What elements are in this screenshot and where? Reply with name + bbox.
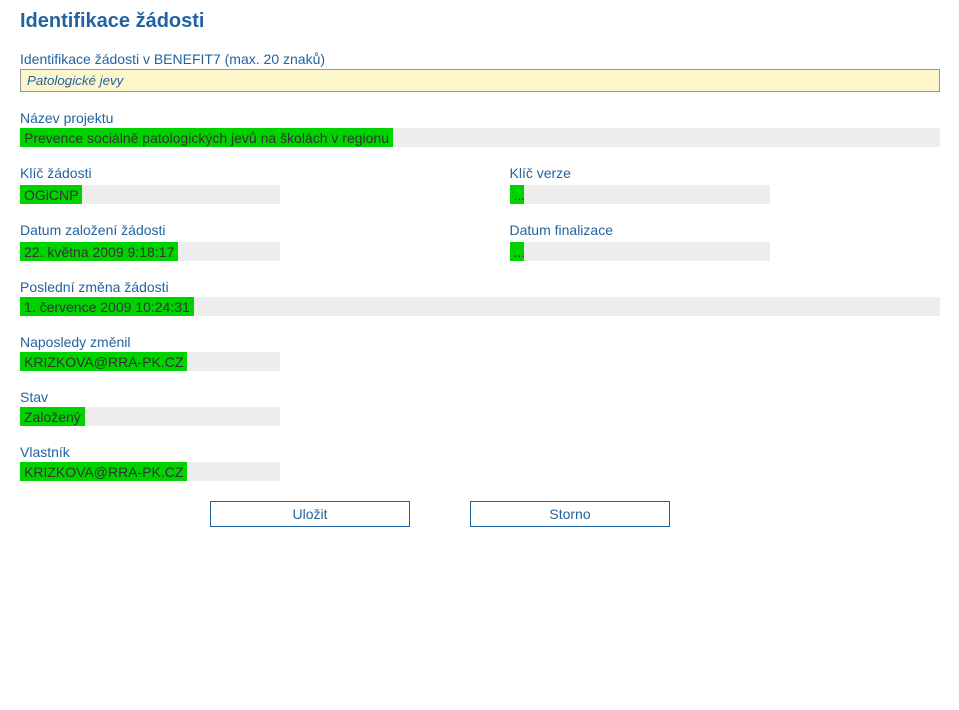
- date-final-label: Datum finalizace: [510, 222, 940, 238]
- owner-value: KRIZKOVA@RRA-PK.CZ: [20, 462, 187, 481]
- state-value: Založený: [20, 407, 85, 426]
- last-changed-by-bar: KRIZKOVA@RRA-PK.CZ: [20, 352, 280, 371]
- date-created-label: Datum založení žádosti: [20, 222, 450, 238]
- owner-label: Vlastník: [20, 444, 939, 460]
- key-app-value: OGiCNP: [20, 185, 82, 204]
- last-change-label: Poslední změna žádosti: [20, 279, 939, 295]
- date-created-value: 22. května 2009 9:18:17: [20, 242, 178, 261]
- last-changed-by-label: Naposledy změnil: [20, 334, 939, 350]
- state-bar: Založený: [20, 407, 280, 426]
- state-label: Stav: [20, 389, 939, 405]
- page-title: Identifikace žádosti: [20, 10, 939, 33]
- last-change-bar: 1. července 2009 10:24:31: [20, 297, 940, 316]
- date-created-bar: 22. května 2009 9:18:17: [20, 242, 280, 261]
- owner-bar: KRIZKOVA@RRA-PK.CZ: [20, 462, 280, 481]
- project-label: Název projektu: [20, 110, 939, 126]
- key-ver-value: ...: [510, 185, 524, 204]
- save-button[interactable]: Uložit: [210, 501, 410, 527]
- cancel-button[interactable]: Storno: [470, 501, 670, 527]
- key-ver-bar: ...: [510, 185, 770, 204]
- key-app-label: Klíč žádosti: [20, 165, 450, 181]
- project-value-bar: Prevence sociálně patologických jevů na …: [20, 128, 940, 147]
- last-change-value: 1. července 2009 10:24:31: [20, 297, 194, 316]
- key-ver-label: Klíč verze: [510, 165, 940, 181]
- project-value: Prevence sociálně patologických jevů na …: [20, 128, 393, 147]
- ident-input[interactable]: [20, 69, 940, 92]
- key-app-bar: OGiCNP: [20, 185, 280, 204]
- date-final-bar: ...: [510, 242, 770, 261]
- date-final-value: ...: [510, 242, 524, 261]
- last-changed-by-value: KRIZKOVA@RRA-PK.CZ: [20, 352, 187, 371]
- ident-label: Identifikace žádosti v BENEFIT7 (max. 20…: [20, 51, 939, 67]
